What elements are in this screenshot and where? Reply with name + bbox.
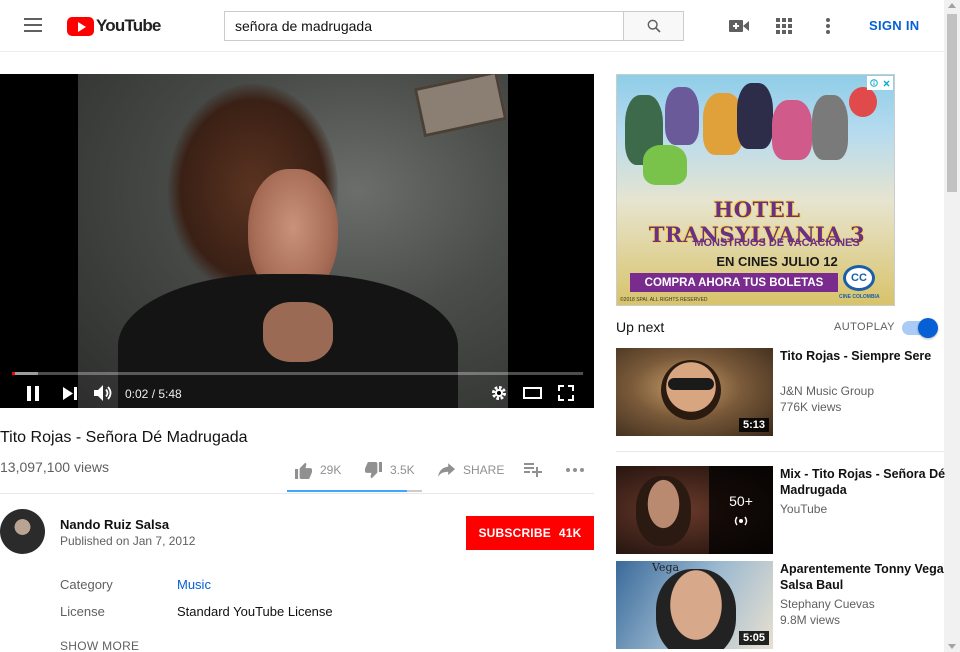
category-label: Category	[60, 577, 113, 592]
player-controls: 0:02 / 5:48	[0, 378, 594, 408]
sign-in-button[interactable]: SIGN IN	[869, 18, 920, 33]
scroll-down-arrow-icon[interactable]	[948, 644, 956, 649]
volume-icon[interactable]	[93, 384, 113, 402]
channel-name[interactable]: Nando Ruiz Salsa	[60, 517, 169, 532]
search-input[interactable]	[224, 11, 623, 41]
category-link[interactable]: Music	[177, 577, 211, 592]
dislike-count: 3.5K	[390, 463, 415, 477]
search-button[interactable]	[623, 11, 684, 41]
scrollbar-thumb[interactable]	[947, 14, 957, 192]
cinema-logo: CC	[843, 265, 875, 291]
recommendation-views: 776K views	[780, 400, 842, 414]
share-button[interactable]: SHARE	[438, 460, 504, 480]
channel-avatar[interactable]	[0, 509, 45, 554]
toggle-knob	[918, 318, 938, 338]
video-duration: 5:13	[738, 418, 769, 432]
more-vert-icon[interactable]	[818, 16, 838, 36]
thumbs-down-icon	[365, 461, 382, 478]
recommendation-channel: Stephany Cuevas	[780, 597, 875, 611]
mix-radio-icon	[734, 516, 748, 526]
recommendation-channel: J&N Music Group	[780, 384, 875, 398]
next-icon[interactable]	[62, 384, 78, 402]
youtube-play-icon	[67, 16, 94, 36]
sentiment-bar	[287, 490, 422, 492]
mix-thumbnail[interactable]: 50+	[616, 466, 773, 554]
add-to-playlist-button[interactable]	[524, 460, 542, 480]
ad-cta[interactable]: COMPRA AHORA TUS BOLETAS	[630, 273, 838, 292]
video-thumbnail[interactable]: 5:13	[616, 348, 773, 436]
menu-icon[interactable]	[24, 18, 42, 32]
share-icon	[438, 463, 455, 477]
video-thumbnail[interactable]: Vega 5:05	[616, 561, 773, 649]
playlist-add-icon	[524, 463, 542, 477]
thumbs-up-icon	[295, 462, 312, 479]
progress-played	[12, 372, 16, 375]
divider	[0, 493, 594, 494]
share-label: SHARE	[463, 463, 505, 477]
recommendation-title[interactable]: Mix - Tito Rojas - Señora Dé Madrugada	[780, 466, 946, 498]
masthead: YouTube SIGN IN	[0, 0, 944, 52]
progress-loaded	[12, 372, 38, 375]
publish-date: Published on Jan 7, 2012	[60, 534, 196, 548]
ad-choices-icon[interactable]	[867, 76, 893, 90]
sentiment-like-fill	[287, 490, 408, 492]
cinema-name: CINE COLOMBIA	[839, 294, 880, 300]
ad-legal: ©2018 SPAI. ALL RIGHTS RESERVED	[620, 297, 708, 303]
create-video-icon[interactable]	[729, 16, 749, 36]
more-actions-button[interactable]	[566, 460, 584, 480]
time-display: 0:02 / 5:48	[125, 387, 182, 401]
recommendation-title[interactable]: Tito Rojas - Siempre Sere	[780, 348, 946, 364]
page-scrollbar[interactable]	[944, 0, 960, 652]
video-title: Tito Rojas - Señora Dé Madrugada	[0, 429, 248, 446]
recommendation-item[interactable]: Vega 5:05 Aparentemente Tonny Vega Salsa…	[616, 561, 946, 651]
subscriber-count: 41K	[558, 526, 582, 540]
recommendation-title[interactable]: Aparentemente Tonny Vega Salsa Baul	[780, 561, 946, 593]
video-frame	[78, 74, 508, 408]
mix-count: 50+	[729, 493, 753, 509]
subscribe-label: SUBSCRIBE	[478, 526, 551, 540]
divider	[616, 451, 944, 452]
recommendation-views: 9.8M views	[780, 613, 841, 627]
search-icon	[647, 19, 661, 33]
dislike-button[interactable]: 3.5K	[364, 460, 415, 480]
ad-release-date: EN CINES JULIO 12	[716, 254, 838, 269]
logo-text: YouTube	[96, 16, 161, 35]
like-button[interactable]: 29K	[294, 460, 341, 480]
thumbnail-caption: Vega	[652, 561, 680, 574]
settings-icon[interactable]	[490, 384, 508, 402]
license-label: License	[60, 604, 105, 619]
recommendation-item[interactable]: 50+ Mix - Tito Rojas - Señora Dé Madruga…	[616, 466, 946, 556]
youtube-logo[interactable]: YouTube	[67, 15, 161, 37]
ad-subtitle: MONSTRUOS DE VACACIONES	[694, 237, 860, 249]
show-more-button[interactable]: SHOW MORE	[60, 639, 139, 652]
license-value: Standard YouTube License	[177, 604, 333, 619]
autoplay-toggle[interactable]	[902, 318, 938, 338]
up-next-label: Up next	[616, 319, 665, 335]
pause-icon[interactable]	[25, 384, 41, 402]
recommendation-item[interactable]: 5:13 Tito Rojas - Siempre Sere J&N Music…	[616, 348, 946, 438]
ad-banner[interactable]: HOTEL TRANSYLVANIA 3 MONSTRUOS DE VACACI…	[616, 74, 895, 306]
theater-mode-icon[interactable]	[522, 384, 542, 402]
subscribe-button[interactable]: SUBSCRIBE 41K	[466, 516, 594, 550]
mix-overlay: 50+	[709, 466, 773, 554]
recommendation-channel: YouTube	[780, 502, 828, 516]
progress-bar[interactable]	[12, 372, 583, 375]
apps-icon[interactable]	[774, 16, 794, 36]
more-horiz-icon	[566, 468, 584, 472]
autoplay-label: AUTOPLAY	[834, 321, 895, 333]
video-duration: 5:05	[738, 631, 769, 645]
video-player[interactable]: 0:02 / 5:48	[0, 74, 594, 408]
like-count: 29K	[320, 463, 342, 477]
scroll-up-arrow-icon[interactable]	[948, 3, 956, 8]
fullscreen-icon[interactable]	[557, 384, 575, 402]
view-count: 13,097,100 views	[0, 459, 109, 475]
search-bar	[224, 11, 684, 41]
